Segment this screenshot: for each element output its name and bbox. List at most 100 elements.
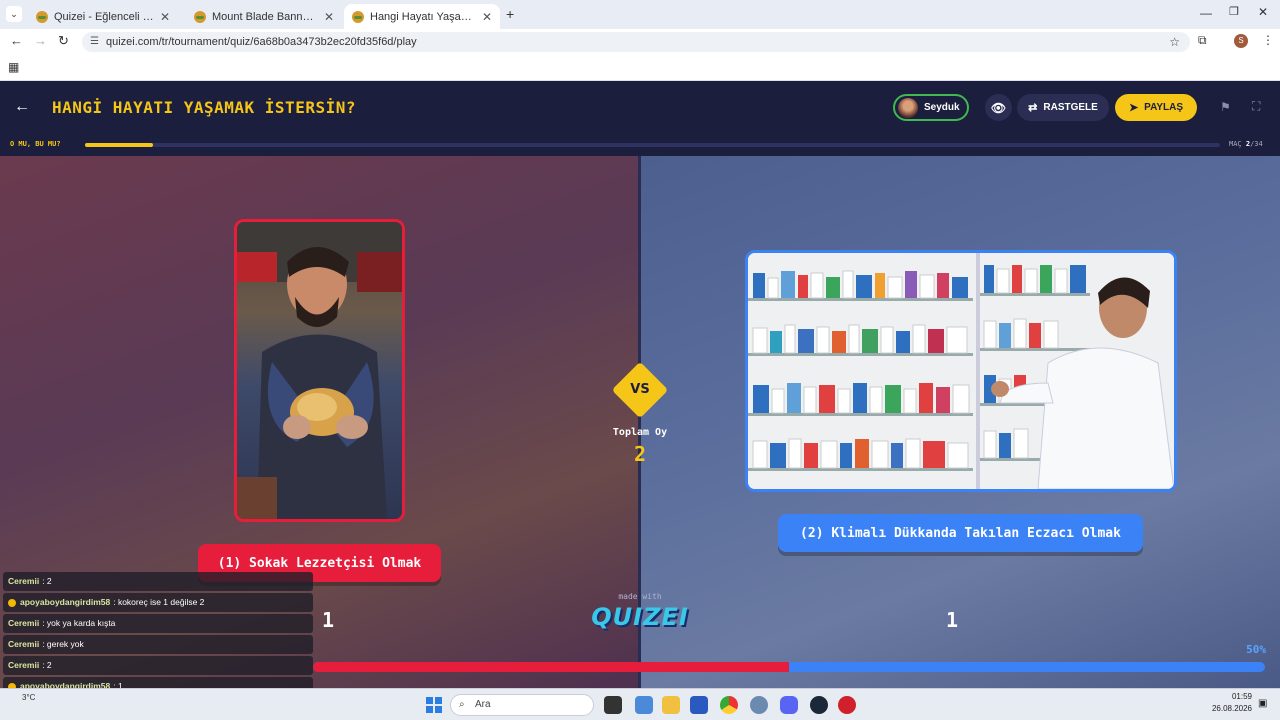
- option-1-label: (1) Sokak Lezzetçisi Olmak: [217, 555, 422, 571]
- restore-icon[interactable]: ❐: [1229, 5, 1239, 18]
- tab-title: Quizei - Eğlenceli ve etkileşimli: [54, 10, 154, 23]
- chrome-icon[interactable]: [720, 696, 738, 714]
- match-prefix: MAÇ: [1229, 140, 1242, 148]
- close-icon[interactable]: ✕: [324, 10, 334, 24]
- search-placeholder: Ara: [475, 699, 491, 710]
- profile-avatar[interactable]: S: [1234, 34, 1248, 48]
- progress-fill: [85, 143, 154, 147]
- back-arrow-icon[interactable]: ←: [14, 98, 30, 116]
- windows-start-icon[interactable]: [426, 697, 442, 713]
- chat-message: Ceremii: 2: [3, 656, 313, 675]
- match-total: /34: [1250, 140, 1263, 148]
- back-icon[interactable]: ←: [10, 33, 23, 48]
- chat-text: : kokoreç ise 1 değilse 2: [113, 597, 205, 607]
- menu-icon[interactable]: ⋮: [1262, 33, 1274, 47]
- browser-tab-bar: ⌄ Quizei - Eğlenceli ve etkileşimli ✕ Mo…: [0, 0, 1280, 29]
- progress-row: O MU, BU MU? MAÇ 2/34: [0, 135, 1280, 156]
- chat-text: : 2: [42, 576, 52, 586]
- moderator-badge-icon: [8, 598, 16, 607]
- window-close-icon[interactable]: ✕: [1258, 5, 1268, 19]
- progress-track: [85, 143, 1220, 147]
- extensions-icon[interactable]: ⧉: [1198, 33, 1207, 48]
- chat-username: Ceremii: [8, 618, 40, 628]
- share-button[interactable]: ➤ PAYLAŞ: [1115, 94, 1197, 121]
- taskbar-search[interactable]: ⌕ Ara: [450, 694, 594, 716]
- random-button[interactable]: ⇄ RASTGELE: [1017, 94, 1109, 121]
- bookmark-star-icon[interactable]: ☆: [1169, 32, 1180, 52]
- vote-bar-left: [313, 662, 789, 672]
- url-text: quizei.com/tr/tournament/quiz/6a68b0a347…: [106, 36, 417, 48]
- match-counter: MAÇ 2/34: [1229, 140, 1263, 148]
- chat-username: Ceremii: [8, 660, 40, 670]
- random-label: RASTGELE: [1043, 102, 1098, 113]
- site-info-icon[interactable]: ☰: [90, 32, 99, 52]
- tab-title: Hangi Hayatı Yaşamak İstersin?: [370, 10, 476, 23]
- chat-username: apoyaboydangirdim58: [20, 597, 111, 607]
- share-label: PAYLAŞ: [1144, 102, 1184, 113]
- windows-taskbar: 3°C ⌕ Ara 01:59 26.08.2026 ▣: [0, 688, 1280, 720]
- street-vendor-illustration: [237, 222, 402, 519]
- option-2-button[interactable]: (2) Klimalı Dükkanda Takılan Eczacı Olma…: [778, 514, 1143, 552]
- chat-username: Ceremii: [8, 576, 40, 586]
- vs-label: VS: [630, 382, 650, 397]
- discord-icon[interactable]: [780, 696, 798, 714]
- progress-label: O MU, BU MU?: [10, 140, 61, 148]
- shuffle-icon: ⇄: [1028, 102, 1038, 114]
- vote-split-bar: [313, 662, 1265, 672]
- forward-icon[interactable]: →: [34, 33, 47, 48]
- weather-widget[interactable]: 3°C: [22, 693, 35, 702]
- chat-text: : 2: [42, 660, 52, 670]
- quizei-favicon: [194, 10, 206, 23]
- chat-text: : gerek yok: [42, 639, 84, 649]
- option-2-image[interactable]: [745, 250, 1177, 492]
- minimize-icon[interactable]: —: [1200, 6, 1212, 20]
- reload-icon[interactable]: ↻: [58, 33, 69, 49]
- fullscreen-icon[interactable]: ⛶: [1252, 99, 1260, 114]
- url-field[interactable]: ☰ quizei.com/tr/tournament/quiz/6a68b0a3…: [82, 32, 1190, 52]
- browser-tab-1[interactable]: Quizei - Eğlenceli ve etkileşimli ✕: [28, 4, 178, 29]
- chat-message: apoyaboydangirdim58: kokoreç ise 1 değil…: [3, 593, 313, 612]
- quizei-favicon: [36, 10, 48, 23]
- chat-message: Ceremii: yok ya karda kışta: [3, 614, 313, 633]
- app-icon[interactable]: [635, 696, 653, 714]
- store-icon[interactable]: [690, 696, 708, 714]
- quiz-header: ← HANGİ HAYATI YAŞAMAK İSTERSİN? Seyduk …: [0, 81, 1280, 135]
- total-votes-value: 2: [633, 442, 647, 466]
- apps-grid-icon[interactable]: ▦: [8, 60, 19, 74]
- close-icon[interactable]: ✕: [160, 10, 170, 24]
- taskbar-date: 26.08.2026: [1211, 704, 1252, 713]
- eye-icon[interactable]: 👁: [985, 94, 1012, 121]
- taskbar-time: 01:59: [1231, 692, 1252, 701]
- steam-icon[interactable]: [810, 696, 828, 714]
- notification-icon[interactable]: ▣: [1258, 698, 1267, 709]
- option-1-image[interactable]: [234, 219, 405, 522]
- browser-tab-2[interactable]: Mount Blade Bannerlord En gü ✕: [186, 4, 342, 29]
- chat-message: Ceremii: gerek yok: [3, 635, 313, 654]
- weather-temp: 3°C: [22, 693, 36, 702]
- file-explorer-icon[interactable]: [662, 696, 680, 714]
- tab-title: Mount Blade Bannerlord En gü: [212, 10, 318, 23]
- user-badge[interactable]: Seyduk: [893, 94, 969, 121]
- settings-gear-icon[interactable]: [750, 696, 768, 714]
- tab-search-button[interactable]: ⌄: [6, 6, 22, 22]
- app-red-icon[interactable]: [838, 696, 856, 714]
- address-bar: ← → ↻ ☰ quizei.com/tr/tournament/quiz/6a…: [0, 29, 1280, 55]
- quizei-favicon: [352, 10, 364, 23]
- new-tab-icon[interactable]: +: [506, 6, 514, 22]
- option-2-percent: 50%: [1246, 643, 1266, 656]
- made-with-label: made with: [618, 592, 662, 601]
- flag-icon[interactable]: ⚑: [1220, 100, 1231, 114]
- search-icon: ⌕: [459, 699, 465, 710]
- chat-message: Ceremii: 2: [3, 572, 313, 591]
- close-icon[interactable]: ✕: [482, 10, 492, 24]
- chat-username: Ceremii: [8, 639, 40, 649]
- task-view-icon[interactable]: [604, 696, 622, 714]
- option-2-votes: 1: [945, 608, 959, 632]
- total-votes-label: Toplam Oy: [612, 427, 668, 438]
- user-name: Seyduk: [924, 102, 960, 113]
- option-1-votes: 1: [321, 608, 335, 632]
- option-2-label: (2) Klimalı Dükkanda Takılan Eczacı Olma…: [800, 525, 1121, 541]
- bookmarks-bar: ▦: [0, 55, 1280, 81]
- chat-text: : yok ya karda kışta: [42, 618, 116, 628]
- browser-tab-3[interactable]: Hangi Hayatı Yaşamak İstersin? ✕: [344, 4, 500, 29]
